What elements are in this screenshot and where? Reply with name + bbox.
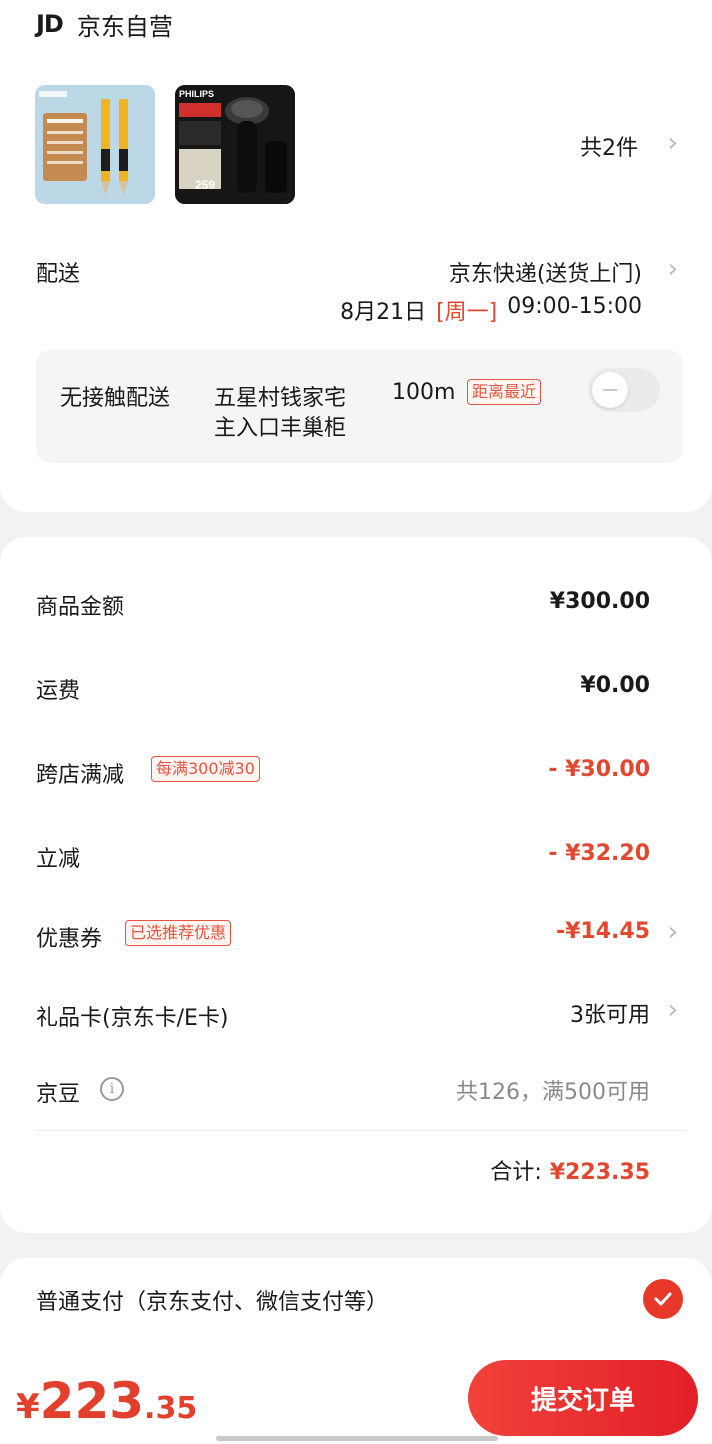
coupon-value[interactable]: -¥14.45 — [556, 919, 650, 944]
cross-store-discount-label: 跨店满减 — [36, 763, 125, 788]
cross-store-discount-value: - ¥30.00 — [548, 757, 650, 782]
subtotal: 合计: ¥223.35 — [490, 1154, 650, 1186]
contactless-toggle[interactable] — [588, 368, 660, 412]
shaver-product-image: PHILIPS 259 — [175, 85, 295, 204]
delivery-time[interactable]: 8月21日 [周一] 09:00-15:00 — [340, 294, 642, 326]
instant-discount-value: - ¥32.20 — [548, 841, 650, 866]
jd-logo: JD — [36, 10, 64, 38]
chevron-right-icon[interactable]: › — [668, 254, 678, 284]
currency-symbol: ¥ — [16, 1387, 40, 1427]
total-integer: 223 — [39, 1372, 145, 1430]
submit-order-button[interactable]: 提交订单 — [468, 1360, 698, 1436]
info-icon[interactable]: i — [100, 1077, 124, 1101]
gift-card-label: 礼品卡(京东卡/E卡) — [36, 1006, 229, 1031]
jingdou-label: 京豆 — [36, 1082, 81, 1107]
chevron-right-icon[interactable]: › — [668, 917, 678, 947]
divider — [36, 1130, 686, 1131]
price-summary-card — [0, 537, 712, 1233]
contactless-label: 无接触配送 — [60, 386, 171, 411]
subtotal-value: ¥223.35 — [549, 1160, 650, 1185]
shop-name: 京东自营 — [76, 12, 173, 41]
jingdou-value: 共126，满500可用 — [456, 1080, 650, 1105]
nearest-badge: 距离最近 — [467, 379, 542, 405]
coupon-label: 优惠券 — [36, 927, 103, 952]
pickup-location-line2: 主入口丰巢柜 — [214, 416, 347, 441]
product-thumbnail-pencils[interactable] — [35, 85, 155, 204]
delivery-date: 8月21日 — [340, 300, 427, 325]
checkmark-icon[interactable] — [643, 1279, 683, 1319]
pickup-distance: 100m — [392, 380, 456, 405]
total-decimal: .35 — [144, 1391, 198, 1426]
subtotal-label: 合计: — [490, 1160, 542, 1185]
gift-card-value[interactable]: 3张可用 — [570, 997, 650, 1029]
item-count[interactable]: 共2件 — [580, 130, 638, 162]
payment-method-label[interactable]: 普通支付（京东支付、微信支付等） — [36, 1284, 388, 1316]
chevron-right-icon[interactable]: › — [668, 128, 678, 158]
price-tag-text: 259 — [195, 178, 215, 192]
product-thumbnail-shaver[interactable]: PHILIPS 259 — [175, 85, 295, 204]
delivery-label: 配送 — [36, 262, 81, 287]
shipping-label: 运费 — [36, 679, 81, 704]
delivery-time-range: 09:00-15:00 — [507, 294, 642, 319]
goods-amount-value: ¥300.00 — [549, 589, 650, 614]
toggle-knob — [592, 372, 628, 408]
philips-logo: PHILIPS — [179, 89, 214, 99]
shop-header: JD 京东自营 — [36, 6, 173, 42]
pencil-product-image — [35, 85, 155, 204]
delivery-weekday: [周一] — [436, 300, 498, 325]
shipping-value: ¥0.00 — [580, 673, 650, 698]
instant-discount-label: 立减 — [36, 847, 81, 872]
cross-store-discount-tag: 每满300减30 — [151, 756, 260, 782]
pickup-location-line1: 五星村钱家宅 — [214, 386, 347, 411]
coupon-tag: 已选推荐优惠 — [125, 920, 232, 946]
goods-amount-label: 商品金额 — [36, 595, 125, 620]
order-total: ¥223.35 — [16, 1372, 197, 1430]
delivery-method[interactable]: 京东快递(送货上门) — [449, 256, 642, 288]
chevron-right-icon[interactable]: › — [668, 995, 678, 1025]
home-indicator — [216, 1436, 498, 1441]
